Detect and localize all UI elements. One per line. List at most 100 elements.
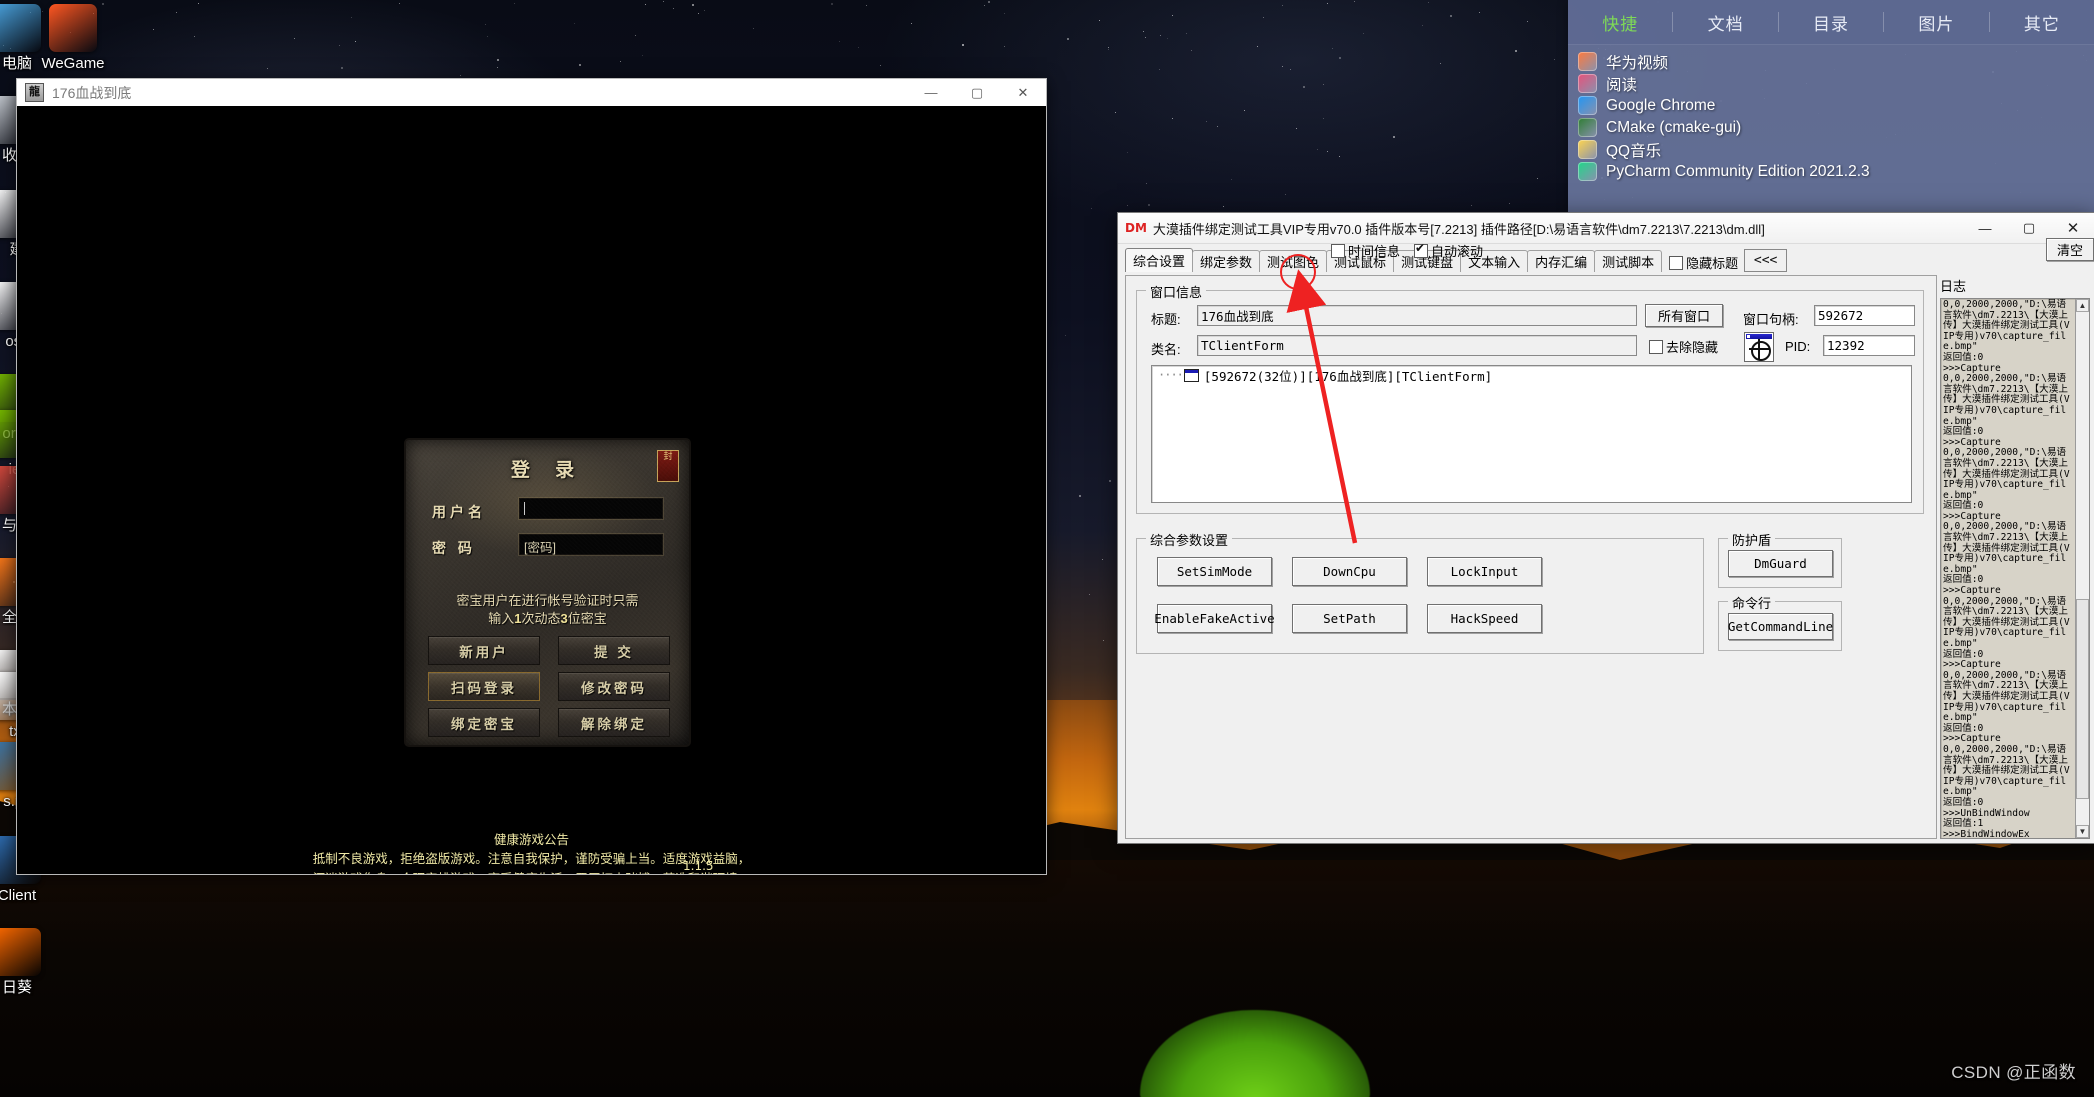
log-output-box[interactable]: 0,0,2000,2000,"D:\易语言软件\dm7.2213\【大漠上传】大… [1940, 298, 2090, 839]
remove-hidden-checkbox[interactable]: 去除隐藏 [1649, 337, 1718, 356]
picker-highlight-ring [1280, 254, 1316, 290]
dm-tab-strip[interactable]: 综合设置 绑定参数 测试图色 测试鼠标 测试键盘 文本输入 内存汇编 测试脚本 隐藏标题 <<< [1125, 248, 1935, 272]
autoscroll-checkbox[interactable]: 自动滚动 [1414, 241, 1483, 260]
desktop-icon-14[interactable]: 日葵 [0, 928, 60, 996]
setpath-button[interactable]: SetPath [1292, 604, 1407, 633]
dm-tab-8[interactable]: 测试脚本 [1594, 250, 1663, 272]
hide-title-checkbox[interactable]: 隐藏标题 [1669, 253, 1738, 272]
dm-tool-window[interactable]: DM 大漠插件绑定测试工具VIP专用v70.0 插件版本号[7.2213] 插件… [1117, 212, 2094, 844]
autoscroll-checkbox-label: 自动滚动 [1431, 244, 1484, 259]
game-window-titlebar[interactable]: 龍 176血战到底 — ▢ ✕ [17, 79, 1046, 107]
game-minimize-button[interactable]: — [908, 79, 954, 106]
dm-minimize-button[interactable]: — [1963, 213, 2007, 243]
dm-tab-1[interactable]: 综合设置 [1125, 248, 1194, 272]
login-button-bind-token[interactable]: 绑定密宝 [428, 708, 540, 737]
setsimmode-button[interactable]: SetSimMode [1157, 557, 1272, 586]
login-button-scan-login[interactable]: 扫码登录 [428, 672, 540, 701]
game-window[interactable]: 龍 176血战到底 — ▢ ✕ 登 录 封 用户名 密 码 [密码] 密宝用户在… [16, 78, 1047, 875]
log-scrollbar[interactable]: ▲ ▼ [2075, 299, 2089, 838]
log-scroll-up-icon[interactable]: ▲ [2076, 299, 2089, 312]
huawei-video-icon [1578, 52, 1597, 71]
cmdline-group: 命令行 GetCommandLine [1718, 593, 1842, 651]
window-picker-icon[interactable] [1744, 332, 1774, 362]
dm-tab-7[interactable]: 内存汇编 [1527, 250, 1596, 272]
game-window-title: 176血战到底 [52, 84, 132, 101]
quick-launch-panel[interactable]: 快捷 文档 目录 图片 其它 华为视频 阅读 Google Chrome CMake (cma… [1568, 0, 2094, 215]
seal-icon: 封 [657, 450, 679, 482]
quick-panel-list[interactable]: 华为视频 阅读 Google Chrome CMake (cmake-gui) QQ音乐… [1568, 45, 2094, 182]
username-input[interactable] [519, 498, 663, 519]
collapse-button[interactable]: <<< [1744, 249, 1788, 272]
log-scroll-thumb[interactable] [2076, 599, 2089, 799]
downcpu-button[interactable]: DownCpu [1292, 557, 1407, 586]
quick-item-4[interactable]: CMake (cmake-gui) [1578, 117, 2094, 138]
quick-tab-2[interactable]: 文档 [1673, 10, 1777, 35]
quick-item-2[interactable]: 阅读 [1578, 73, 2094, 94]
all-windows-button[interactable]: 所有窗口 [1645, 304, 1723, 327]
quick-item-5[interactable]: QQ音乐 [1578, 139, 2094, 160]
version-line-1: 1.1.5 [683, 859, 714, 873]
game-client-area[interactable]: 登 录 封 用户名 密 码 [密码] 密宝用户在进行帐号验证时只需 输入1次动态… [17, 106, 1046, 874]
log-header: 日志 [1940, 275, 2088, 295]
window-node-icon [1183, 368, 1199, 382]
login-button-change-pwd[interactable]: 修改密码 [558, 672, 670, 701]
log-header-controls[interactable]: 时间信息 自动滚动 [1331, 241, 1483, 260]
login-note-line1: 密宝用户在进行帐号验证时只需 [456, 593, 639, 608]
dmguard-button[interactable]: DmGuard [1728, 550, 1833, 577]
quick-item-1[interactable]: 华为视频 [1578, 51, 2094, 72]
window-tree-row[interactable]: ···· [592672(32位)][176血战到底][TClientForm] [1152, 366, 1911, 384]
class-input[interactable]: TClientForm [1197, 335, 1637, 356]
title-input[interactable]: 176血战到底 [1197, 305, 1637, 326]
dm-window-titlebar[interactable]: DM 大漠插件绑定测试工具VIP专用v70.0 插件版本号[7.2213] 插件… [1118, 213, 2094, 244]
window-tree[interactable]: ···· [592672(32位)][176血战到底][TClientForm] [1151, 365, 1912, 503]
clear-log-button[interactable]: 清空 [2046, 238, 2094, 261]
dragon-icon: 龍 [25, 83, 44, 102]
cmdline-group-title: 命令行 [1728, 593, 1776, 612]
dm-logo: DM [1125, 221, 1147, 235]
time-info-checkbox[interactable]: 时间信息 [1331, 241, 1400, 260]
chrome-icon [1578, 96, 1597, 115]
pycharm-icon [1578, 162, 1597, 181]
password-input[interactable]: [密码] [519, 534, 663, 555]
login-button-submit[interactable]: 提 交 [558, 636, 670, 665]
quick-panel-tabs[interactable]: 快捷 文档 目录 图片 其它 [1568, 0, 2094, 45]
sunflower-icon [0, 928, 41, 976]
lockinput-button[interactable]: LockInput [1427, 557, 1542, 586]
desktop-icon-2[interactable]: WeGame [30, 4, 116, 72]
login-note: 密宝用户在进行帐号验证时只需 输入1次动态3位密宝 [414, 592, 681, 627]
quick-item-label: Google Chrome [1606, 96, 1716, 114]
autoscroll-checkbox-box[interactable] [1414, 241, 1429, 258]
pid-input[interactable]: 12392 [1823, 335, 1915, 356]
remove-hidden-checkbox-box[interactable] [1649, 339, 1663, 354]
password-placeholder: [密码] [524, 541, 556, 555]
time-info-checkbox-label: 时间信息 [1348, 244, 1401, 259]
game-window-controls[interactable]: — ▢ ✕ [908, 79, 1046, 106]
quick-item-3[interactable]: Google Chrome [1578, 95, 2094, 116]
desktop-icon-label: WeGame [41, 55, 105, 72]
time-info-checkbox-box[interactable] [1331, 243, 1345, 258]
login-dialog[interactable]: 登 录 封 用户名 密 码 [密码] 密宝用户在进行帐号验证时只需 输入1次动态… [406, 440, 689, 745]
pid-label: PID: [1785, 339, 1811, 354]
enablefakeactive-button[interactable]: EnableFakeActive [1154, 604, 1275, 633]
dm-tab-2[interactable]: 绑定参数 [1192, 250, 1261, 272]
params-group-title: 综合参数设置 [1146, 530, 1233, 549]
cmake-icon [1578, 118, 1597, 137]
quick-tab-3[interactable]: 目录 [1779, 10, 1883, 35]
getcommandline-button[interactable]: GetCommandLine [1728, 613, 1833, 640]
game-close-button[interactable]: ✕ [1000, 79, 1046, 106]
log-scroll-down-icon[interactable]: ▼ [2076, 825, 2089, 838]
window-tree-row-label: [592672(32位)][176血战到底][TClientForm] [1203, 368, 1493, 384]
dm-maximize-button[interactable]: ▢ [2007, 213, 2051, 243]
handle-input[interactable]: 592672 [1814, 305, 1915, 326]
quick-tab-5[interactable]: 其它 [1990, 10, 2094, 35]
quick-item-6[interactable]: PyCharm Community Edition 2021.2.3 [1578, 161, 2094, 182]
quick-tab-4[interactable]: 图片 [1884, 10, 1988, 35]
hackspeed-button[interactable]: HackSpeed [1427, 604, 1542, 633]
login-button-unbind[interactable]: 解除绑定 [558, 708, 670, 737]
quick-tab-1[interactable]: 快捷 [1568, 10, 1672, 35]
qq-music-icon [1578, 140, 1597, 159]
login-button-new-user[interactable]: 新用户 [428, 636, 540, 665]
hide-title-checkbox-box[interactable] [1669, 255, 1684, 270]
game-maximize-button[interactable]: ▢ [954, 79, 1000, 106]
reader-icon [1578, 74, 1597, 93]
